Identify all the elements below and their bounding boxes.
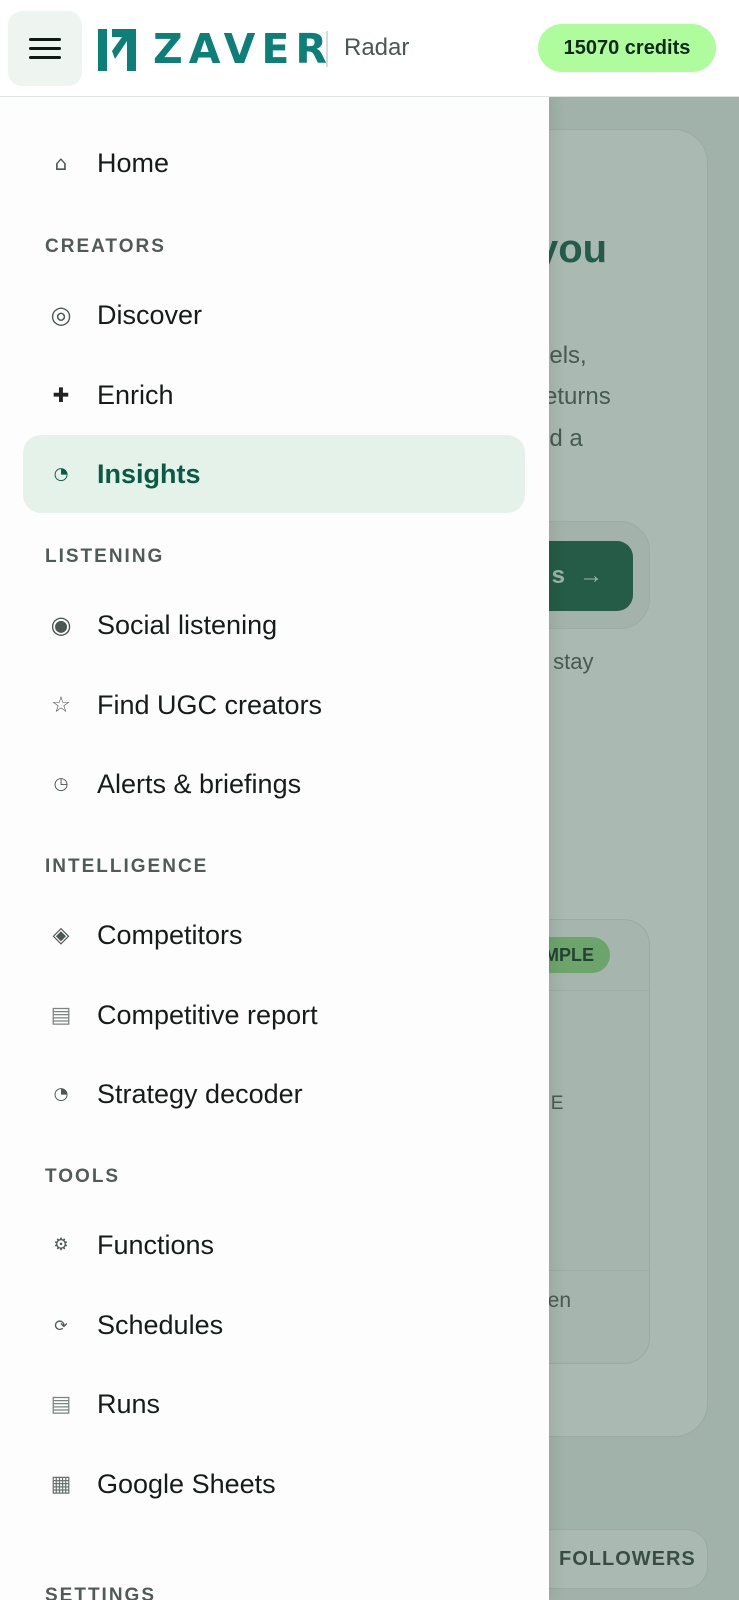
nav-item-label: Social listening bbox=[97, 609, 278, 640]
nav-item-schedules[interactable]: ⟳ Schedules bbox=[23, 1286, 525, 1364]
nav-item-label: Strategy decoder bbox=[97, 1078, 303, 1109]
brand-name[interactable]: ZAVER bbox=[153, 24, 333, 74]
section-listening: LISTENING bbox=[45, 546, 165, 567]
discover-icon: ◎ bbox=[50, 301, 72, 329]
home-icon: ⌂ bbox=[54, 151, 68, 175]
nav-item-alerts-briefings[interactable]: ◷ Alerts & briefings bbox=[23, 745, 525, 823]
nav-drawer: ⌂ Home CREATORS ◎ Discover ✚ Enrich ◔ In… bbox=[0, 97, 549, 1600]
section-settings: SETTINGS bbox=[45, 1585, 157, 1600]
nav-item-label: Google Sheets bbox=[97, 1468, 276, 1499]
radar-icon: ◉ bbox=[50, 611, 72, 639]
list-icon: ▤ bbox=[50, 1391, 72, 1417]
nav-item-label: Discover bbox=[97, 299, 203, 330]
gear-icon: ⚙ bbox=[53, 1235, 69, 1255]
star-icon: ☆ bbox=[51, 692, 71, 718]
section-creators: CREATORS bbox=[45, 236, 166, 257]
pie-chart-icon: ◔ bbox=[53, 1084, 69, 1104]
nav-item-runs[interactable]: ▤ Runs bbox=[23, 1365, 525, 1443]
nav-item-enrich[interactable]: ✚ Enrich bbox=[23, 356, 525, 434]
nav-item-strategy-decoder[interactable]: ◔ Strategy decoder bbox=[23, 1055, 525, 1133]
section-tools: TOOLS bbox=[45, 1166, 121, 1187]
credits-badge[interactable]: 15070 credits bbox=[538, 24, 716, 72]
nav-item-insights[interactable]: ◔ Insights bbox=[23, 435, 525, 513]
nav-item-label: Competitors bbox=[97, 919, 243, 950]
nav-item-social-listening[interactable]: ◉ Social listening bbox=[23, 586, 525, 664]
nav-item-label: Home bbox=[97, 147, 170, 178]
top-bar: ZAVER Radar 15070 credits bbox=[0, 0, 739, 97]
nav-item-label: Schedules bbox=[97, 1309, 224, 1340]
nav-item-competitive-report[interactable]: ▤ Competitive report bbox=[23, 976, 525, 1054]
report-icon: ▤ bbox=[50, 1002, 72, 1028]
nav-item-functions[interactable]: ⚙ Functions bbox=[23, 1206, 525, 1284]
diamond-icon: ◈ bbox=[52, 922, 70, 948]
nav-item-find-ugc-creators[interactable]: ☆ Find UGC creators bbox=[23, 666, 525, 744]
nav-item-label: Find UGC creators bbox=[97, 689, 323, 720]
product-name: Radar bbox=[344, 34, 410, 61]
spreadsheet-icon: ▦ bbox=[50, 1471, 72, 1497]
nav-item-google-sheets[interactable]: ▦ Google Sheets bbox=[23, 1445, 525, 1523]
pie-chart-icon: ◔ bbox=[53, 464, 69, 484]
nav-item-label: Runs bbox=[97, 1388, 161, 1419]
nav-item-label: Insights bbox=[97, 458, 201, 489]
nav-item-home[interactable]: ⌂ Home bbox=[23, 124, 525, 202]
nav-item-competitors[interactable]: ◈ Competitors bbox=[23, 896, 525, 974]
zaver-logo-icon bbox=[98, 29, 136, 71]
nav-item-label: Alerts & briefings bbox=[97, 768, 302, 799]
plus-icon: ✚ bbox=[52, 383, 70, 407]
nav-item-label: Enrich bbox=[97, 379, 174, 410]
nav-item-label: Functions bbox=[97, 1229, 215, 1260]
brand-divider bbox=[326, 31, 328, 67]
nav-item-label: Competitive report bbox=[97, 999, 318, 1030]
section-intelligence: INTELLIGENCE bbox=[45, 856, 209, 877]
menu-button[interactable] bbox=[8, 11, 82, 86]
hamburger-icon bbox=[29, 37, 61, 60]
nav-item-discover[interactable]: ◎ Discover bbox=[23, 276, 525, 354]
refresh-icon: ⟳ bbox=[54, 1315, 68, 1335]
clock-icon: ◷ bbox=[53, 774, 69, 794]
